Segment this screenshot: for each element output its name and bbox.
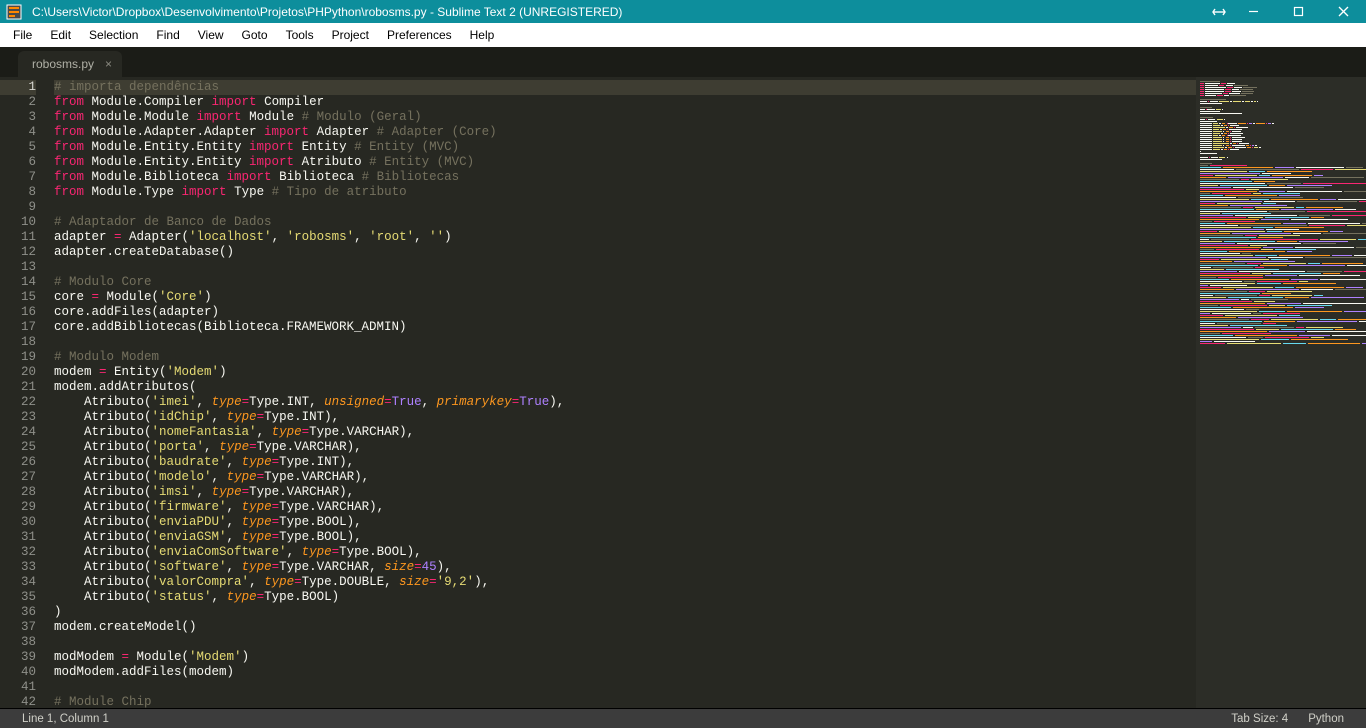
status-line-col: Line 1, Column 1 [12,713,119,725]
menu-project[interactable]: Project [323,23,378,47]
minimize-button[interactable] [1231,0,1276,23]
app-icon [3,1,25,23]
menubar: FileEditSelectionFindViewGotoToolsProjec… [0,23,1366,47]
menu-file[interactable]: File [4,23,41,47]
maximize-button[interactable] [1276,0,1321,23]
code-area[interactable]: # importa dependênciasfrom Module.Compil… [46,77,1196,708]
tabbar: robosms.py × [0,47,1366,77]
menu-find[interactable]: Find [147,23,188,47]
menu-goto[interactable]: Goto [233,23,277,47]
gutter: 1234567891011121314151617181920212223242… [0,77,46,708]
minimap[interactable] [1196,77,1366,708]
statusbar: Line 1, Column 1 Tab Size: 4 Python [0,708,1366,728]
menu-tools[interactable]: Tools [277,23,323,47]
menu-help[interactable]: Help [461,23,504,47]
tab-close-icon[interactable]: × [105,57,112,71]
tab-label: robosms.py [32,57,94,71]
tab-robosms[interactable]: robosms.py × [18,51,122,77]
menu-selection[interactable]: Selection [80,23,147,47]
window-title: C:\Users\Victor\Dropbox\Desenvolvimento\… [28,5,622,19]
editor[interactable]: 1234567891011121314151617181920212223242… [0,77,1366,708]
menu-preferences[interactable]: Preferences [378,23,461,47]
status-tabsize[interactable]: Tab Size: 4 [1221,713,1298,725]
drag-icon [1207,7,1231,17]
titlebar: C:\Users\Victor\Dropbox\Desenvolvimento\… [0,0,1366,23]
menu-view[interactable]: View [189,23,233,47]
close-button[interactable] [1321,0,1366,23]
status-syntax[interactable]: Python [1298,713,1354,725]
menu-edit[interactable]: Edit [41,23,80,47]
